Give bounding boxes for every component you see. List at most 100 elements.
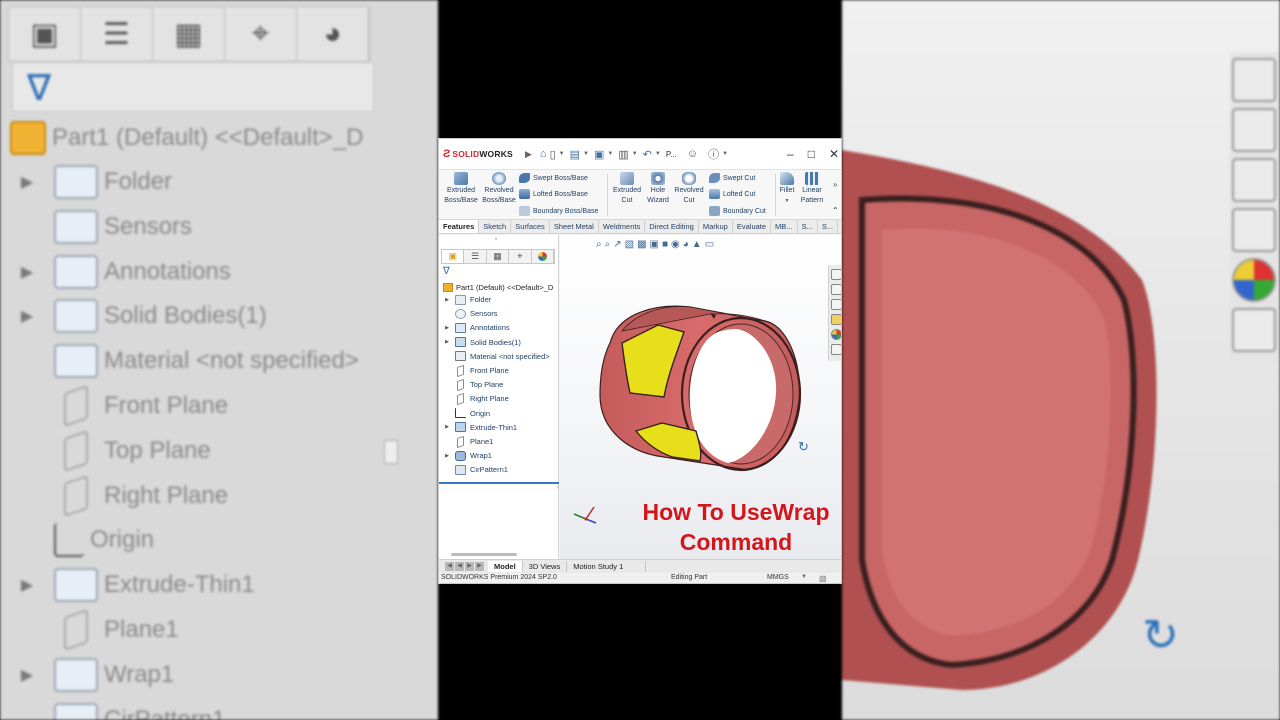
hole-wizard-button[interactable]: Hole Wizard: [641, 172, 675, 206]
expand-arrow-icon[interactable]: ▶: [439, 453, 455, 459]
tab-3d-views[interactable]: 3D Views: [523, 561, 568, 572]
command-tab-8[interactable]: MB...: [771, 220, 798, 233]
open-dropdown-icon[interactable]: ▼: [583, 151, 589, 157]
tree-item-sensors[interactable]: Sensors: [439, 307, 498, 320]
task-pane-file-explorer-icon[interactable]: [831, 299, 841, 310]
rollback-bar[interactable]: [439, 482, 559, 484]
graphics-viewport[interactable]: ⌕ ⌕ ↗ ▧ ▩ ▣ ■ ◉ ◕ ▲ ▭ ↻ How To UseWrap C…: [560, 235, 841, 559]
plane-icon: [457, 364, 464, 377]
new-dropdown-icon[interactable]: ▼: [559, 151, 565, 157]
command-tab-1[interactable]: Sketch: [479, 220, 512, 233]
command-tab-4[interactable]: Weldments: [599, 220, 646, 233]
save-dropdown-icon[interactable]: ▼: [607, 151, 613, 157]
expand-arrow-icon[interactable]: ▶: [439, 339, 455, 345]
command-tab-10[interactable]: S...: [818, 220, 839, 233]
ribbon-collapse-icon[interactable]: ⌃: [832, 206, 839, 215]
command-tab-0[interactable]: Features: [439, 220, 480, 233]
print-dropdown-icon[interactable]: ▼: [632, 151, 638, 157]
tree-root-part[interactable]: Part1 (Default) <<Default>_D: [443, 283, 553, 292]
lofted-cut-button[interactable]: Lofted Cut: [709, 189, 755, 199]
tab-model[interactable]: Model: [488, 561, 523, 572]
command-tab-7[interactable]: Evaluate: [733, 220, 772, 233]
tree-item-top-plane[interactable]: Top Plane: [439, 378, 503, 391]
help-icon[interactable]: ⓘ: [708, 146, 719, 162]
command-tab-11[interactable]: M...: [838, 220, 841, 233]
rotate-view-icon[interactable]: ↻: [798, 439, 809, 455]
revolved-boss-button[interactable]: Revolved Boss/Base: [481, 172, 517, 206]
command-tab-6[interactable]: Markup: [699, 220, 733, 233]
task-pane-custom-properties-icon[interactable]: [831, 344, 841, 355]
tree-item-label: Annotations: [470, 323, 510, 333]
window-controls: – □ ✕: [787, 147, 839, 161]
panel-splitter-icon[interactable]: ‹: [557, 485, 559, 491]
extruded-boss-button[interactable]: Extruded Boss/Base: [443, 172, 479, 206]
tree-item-extrude-thin1[interactable]: ▶ Extrude-Thin1: [439, 421, 517, 434]
tree-item-folder[interactable]: ▶ Folder: [439, 293, 491, 306]
task-pane-view-palette-icon[interactable]: [831, 314, 841, 325]
task-pane-appearances-icon[interactable]: [831, 329, 841, 340]
minimize-icon[interactable]: –: [787, 147, 794, 161]
next-tab-icon[interactable]: ▶: [465, 562, 474, 571]
swept-cut-button[interactable]: Swept Cut: [709, 173, 755, 183]
prev-tab-icon[interactable]: ◀: [455, 562, 464, 571]
status-bar: SOLIDWORKS Premium 2024 SP2.0 Editing Pa…: [439, 573, 841, 583]
configuration-manager-tab-icon[interactable]: ▦: [487, 250, 510, 263]
task-pane-design-library-icon[interactable]: [831, 284, 841, 295]
command-tab-9[interactable]: S...: [798, 220, 818, 233]
horizontal-scrollbar[interactable]: [451, 553, 517, 556]
expand-arrow-icon[interactable]: ▶: [439, 424, 455, 430]
command-tab-2[interactable]: Surfaces: [511, 220, 550, 233]
dimxpert-manager-tab-icon[interactable]: ⌖: [509, 250, 532, 263]
status-settings-icon[interactable]: ▧: [819, 574, 827, 583]
extruded-cut-button[interactable]: Extruded Cut: [609, 172, 645, 206]
tab-motion-study-1[interactable]: Motion Study 1: [567, 561, 647, 572]
boundary-boss-button[interactable]: Boundary Boss/Base: [519, 206, 598, 216]
open-folder-icon[interactable]: ▤: [570, 148, 580, 161]
tree-item-cirpattern1[interactable]: CirPattern1: [439, 463, 508, 476]
property-manager-tab-icon[interactable]: ☰: [464, 250, 487, 263]
boundary-cut-button[interactable]: Boundary Cut: [709, 206, 766, 216]
tree-item-wrap1[interactable]: ▶ Wrap1: [439, 449, 492, 462]
maximize-icon[interactable]: □: [808, 147, 815, 161]
ribbon-more-icon[interactable]: »: [833, 180, 837, 189]
fillet-button[interactable]: Fillet ▼: [776, 172, 798, 206]
new-document-icon[interactable]: ▯: [550, 148, 556, 161]
command-tab-5[interactable]: Direct Editing: [645, 220, 699, 233]
first-tab-icon[interactable]: ◀: [445, 562, 454, 571]
task-pane-home-icon[interactable]: [831, 269, 841, 280]
home-icon[interactable]: ⌂: [540, 148, 547, 160]
status-units[interactable]: MMGS: [767, 574, 789, 581]
config-manager-tab-icon: ▦: [153, 7, 225, 61]
swept-boss-button[interactable]: Swept Boss/Base: [519, 173, 588, 183]
expand-arrow-icon[interactable]: ▶: [439, 325, 455, 331]
lofted-boss-button[interactable]: Lofted Boss/Base: [519, 189, 588, 199]
tree-item-solid-bodies-1[interactable]: ▶ Solid Bodies(1): [439, 336, 521, 349]
close-icon[interactable]: ✕: [829, 147, 839, 161]
print-icon[interactable]: ▥: [618, 148, 628, 161]
feature-manager-tab-icon[interactable]: ▣: [442, 250, 465, 263]
menu-expand-arrow-icon[interactable]: ▶: [525, 149, 532, 160]
fillet-dropdown-icon[interactable]: ▼: [776, 196, 798, 206]
revolved-cut-button[interactable]: Revolved Cut: [671, 172, 707, 206]
last-tab-icon[interactable]: ▶: [475, 562, 484, 571]
filter-icon[interactable]: ∇: [443, 266, 450, 277]
undo-dropdown-icon[interactable]: ▼: [655, 151, 661, 157]
tree-item-front-plane[interactable]: Front Plane: [439, 364, 509, 377]
tree-item-plane1[interactable]: Plane1: [439, 435, 493, 448]
save-icon[interactable]: ▣: [594, 148, 604, 161]
command-tab-3[interactable]: Sheet Metal: [550, 220, 599, 233]
undo-icon[interactable]: ↶: [643, 148, 652, 161]
tree-item-right-plane[interactable]: Right Plane: [439, 392, 509, 406]
tree-item-origin[interactable]: Origin: [439, 407, 490, 420]
linear-pattern-button[interactable]: Linear Pattern: [797, 172, 827, 206]
help-dropdown-icon[interactable]: ▼: [722, 151, 728, 157]
display-manager-tab-icon[interactable]: [532, 250, 555, 263]
background-tree-label: Solid Bodies(1): [104, 302, 267, 330]
tree-item-material-not-specified[interactable]: Material <not specified>: [439, 350, 550, 363]
units-dropdown-icon[interactable]: ▼: [801, 574, 807, 580]
panel-grip-icon[interactable]: •: [495, 237, 497, 243]
user-icon[interactable]: ☺: [687, 148, 698, 160]
tree-root-label: Part1 (Default) <<Default>_D: [456, 283, 554, 292]
tree-item-annotations[interactable]: ▶ Annotations: [439, 321, 510, 334]
expand-arrow-icon[interactable]: ▶: [439, 297, 455, 303]
